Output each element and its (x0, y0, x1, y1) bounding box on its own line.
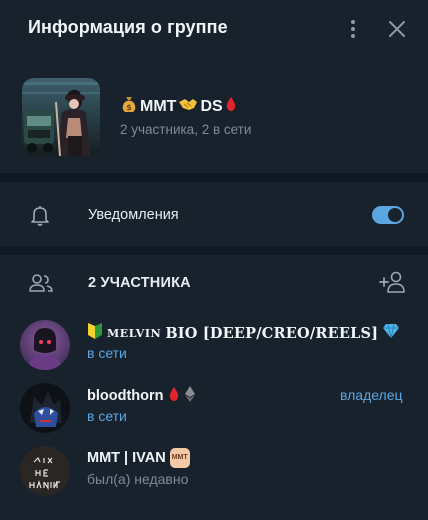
member-name-prefix: MELVIN (107, 326, 162, 340)
members-header: 2 УЧАСТНИКА (0, 255, 428, 311)
beginner-badge-icon (87, 322, 103, 344)
member-name: bloodthorn (87, 385, 196, 407)
member-row[interactable]: MMT | IVAN MMT был(а) недавно (0, 440, 428, 502)
gem-icon (382, 323, 400, 343)
member-row[interactable]: MELVIN BIO [DEEP/CREO/REELS] в сети (0, 314, 428, 376)
group-name-part-1: MMT (140, 97, 177, 115)
member-name-main: BIO [DEEP/CREO/REELS] (165, 324, 379, 342)
money-bag-icon: $ (120, 95, 138, 118)
drop-of-blood-icon (168, 386, 180, 406)
member-name-text: MMT | IVAN (87, 450, 166, 466)
bell-icon (28, 203, 52, 227)
member-role-badge: владелец (340, 387, 403, 403)
member-name-text: bloodthorn (87, 388, 164, 404)
section-divider (0, 173, 428, 182)
people-icon (28, 271, 54, 295)
toggle-knob (387, 207, 403, 223)
member-status: в сети (87, 408, 127, 424)
more-vertical-icon[interactable] (344, 16, 362, 42)
section-divider (0, 246, 428, 255)
svg-text:$: $ (126, 103, 132, 112)
group-subtitle: 2 участника, 2 в сети (120, 122, 252, 137)
group-avatar[interactable] (22, 78, 100, 156)
group-name-part-2: DS (200, 97, 223, 115)
mmt-badge: MMT (169, 448, 190, 468)
ethereum-icon (184, 385, 196, 407)
page-title: Информация о группе (28, 17, 228, 37)
member-status: был(а) недавно (87, 471, 189, 487)
handshake-icon (178, 96, 198, 117)
member-status: в сети (87, 345, 127, 361)
avatar (20, 383, 70, 433)
avatar (20, 446, 70, 496)
group-name: $ MMT DS (120, 95, 237, 118)
notifications-label: Уведомления (88, 207, 179, 223)
group-info-panel: Информация о группе $ MMT DS 2 участника… (0, 0, 428, 520)
notifications-row[interactable]: Уведомления (0, 186, 428, 246)
avatar (20, 320, 70, 370)
close-icon[interactable] (384, 16, 410, 42)
header: Информация о группе (0, 0, 428, 60)
member-row[interactable]: bloodthorn владелец в сети (0, 377, 428, 439)
members-count-label: 2 УЧАСТНИКА (88, 275, 191, 291)
notifications-toggle[interactable] (372, 206, 404, 224)
member-name: MELVIN BIO [DEEP/CREO/REELS] (87, 322, 400, 344)
add-user-icon[interactable] (378, 269, 406, 295)
drop-of-blood-icon (225, 96, 237, 117)
member-name: MMT | IVAN MMT (87, 448, 190, 468)
